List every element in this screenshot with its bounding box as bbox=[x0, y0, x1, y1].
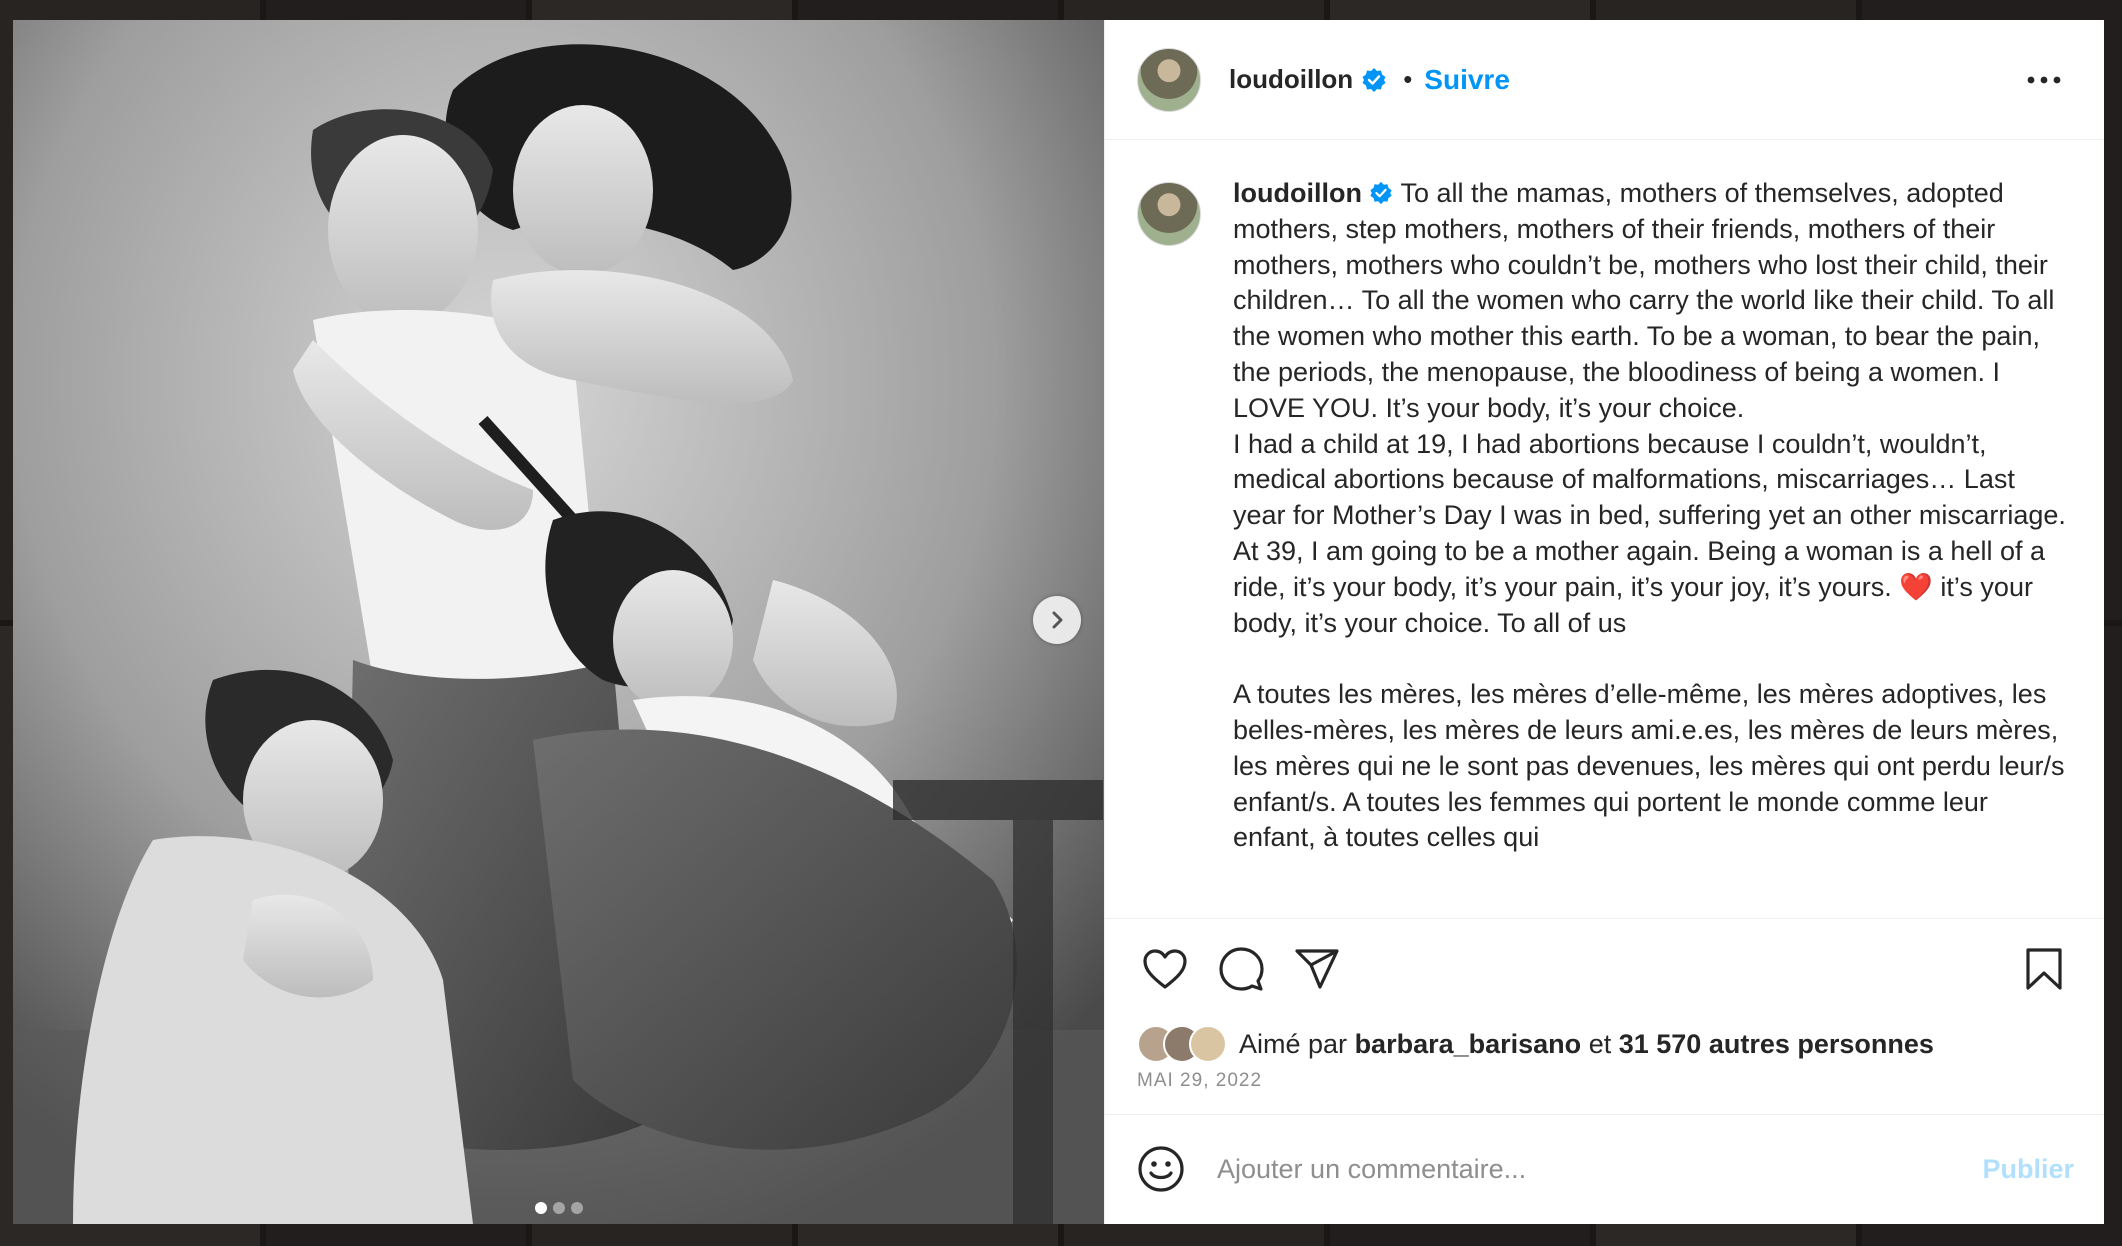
caption-username[interactable]: loudoillon bbox=[1233, 178, 1362, 208]
avatar[interactable] bbox=[1189, 1025, 1227, 1063]
likes-prefix: Aimé par bbox=[1239, 1028, 1348, 1059]
separator-dot: • bbox=[1403, 64, 1413, 94]
carousel-dot-active bbox=[534, 1202, 547, 1214]
more-options-button[interactable] bbox=[2016, 60, 2072, 100]
post-media bbox=[13, 20, 1104, 1224]
save-button[interactable] bbox=[2014, 939, 2074, 999]
post-photo bbox=[13, 20, 1104, 1224]
add-comment-bar: Publier bbox=[1105, 1114, 2104, 1224]
post-details-panel: loudoillon • Suivre loudoillon To all th… bbox=[1104, 20, 2104, 1224]
likes-summary: Aimé par barbara_barisano et 31 570 autr… bbox=[1105, 1018, 2104, 1070]
carousel-dot bbox=[570, 1202, 583, 1214]
avatar[interactable] bbox=[1137, 47, 1201, 112]
verified-badge-icon bbox=[1370, 181, 1393, 205]
post-modal: loudoillon • Suivre loudoillon To all th… bbox=[13, 20, 2104, 1224]
carousel-dot bbox=[552, 1202, 565, 1214]
liked-by-username[interactable]: barbara_barisano bbox=[1355, 1029, 1582, 1059]
publish-comment-button[interactable]: Publier bbox=[1982, 1154, 2074, 1185]
post-header: loudoillon • Suivre bbox=[1105, 20, 2104, 140]
liker-avatars bbox=[1137, 1025, 1227, 1063]
next-image-button[interactable] bbox=[1033, 596, 1081, 644]
carousel-indicator bbox=[13, 1202, 1104, 1214]
more-horizontal-icon bbox=[2027, 76, 2061, 83]
caption-text-french: A toutes les mères, les mères d’elle-mêm… bbox=[1233, 679, 2072, 853]
bookmark-icon bbox=[2026, 947, 2062, 990]
caption-section: loudoillon To all the mamas, mothers of … bbox=[1105, 140, 2104, 918]
heart-icon bbox=[1143, 948, 1187, 989]
comment-bubble-icon bbox=[1219, 946, 1264, 991]
likes-others-count[interactable]: 31 570 autres personnes bbox=[1619, 1029, 1934, 1059]
chevron-right-icon bbox=[1052, 611, 1063, 629]
emoji-picker-button[interactable] bbox=[1135, 1144, 1187, 1196]
smiley-face-icon bbox=[1138, 1145, 1184, 1192]
post-date[interactable]: MAI 29, 2022 bbox=[1105, 1070, 2104, 1114]
post-actions bbox=[1105, 918, 2104, 1018]
heart-emoji: ❤️ bbox=[1899, 571, 1933, 602]
avatar[interactable] bbox=[1137, 182, 1201, 246]
share-button[interactable] bbox=[1287, 939, 1347, 999]
send-paper-plane-icon bbox=[1295, 948, 1339, 989]
post-caption: loudoillon To all the mamas, mothers of … bbox=[1233, 176, 2072, 918]
caption-text-english: To all the mamas, mothers of themselves,… bbox=[1233, 178, 2066, 602]
follow-button[interactable]: Suivre bbox=[1424, 64, 1510, 96]
likes-text: Aimé par barbara_barisano et 31 570 autr… bbox=[1239, 1029, 1934, 1060]
post-author-username[interactable]: loudoillon bbox=[1229, 64, 1353, 95]
likes-conjunction: et bbox=[1588, 1028, 1612, 1059]
like-button[interactable] bbox=[1135, 939, 1195, 999]
comment-button[interactable] bbox=[1211, 939, 1271, 999]
comment-input[interactable] bbox=[1217, 1154, 1983, 1185]
verified-badge-icon bbox=[1362, 67, 1386, 92]
